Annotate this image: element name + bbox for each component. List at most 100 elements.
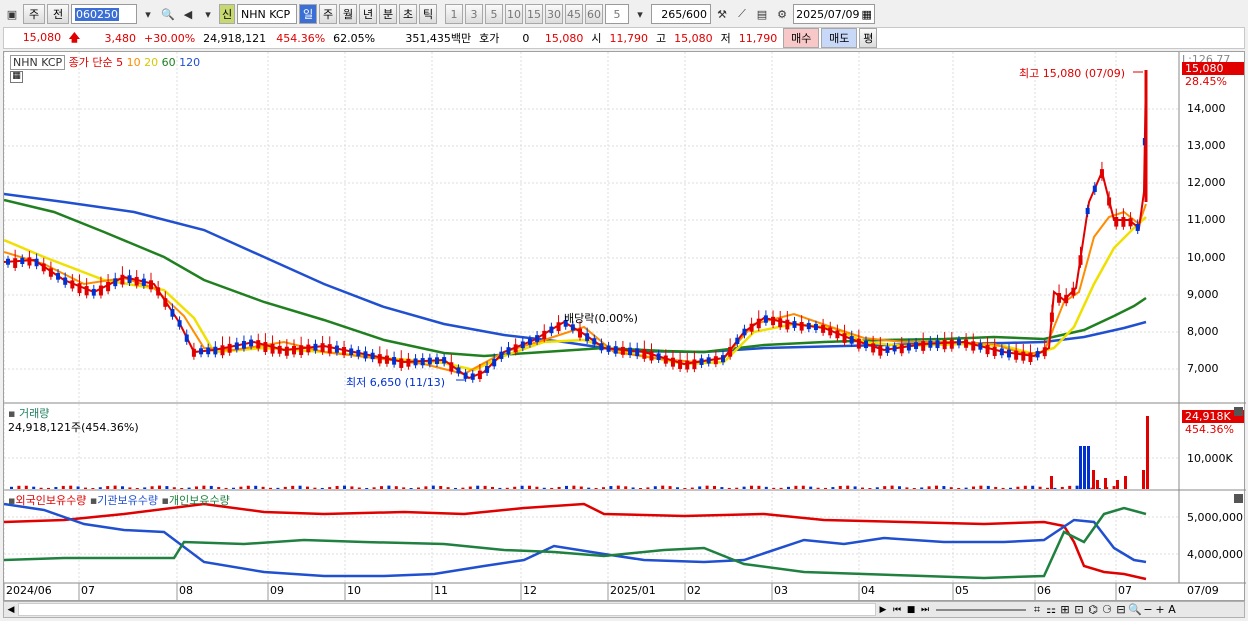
new-badge[interactable]: 신 <box>219 4 235 24</box>
sell-button[interactable]: 매도 <box>821 28 858 48</box>
candle-body <box>113 278 118 287</box>
volume-bar <box>476 485 480 489</box>
zoom-slider[interactable] <box>936 608 1026 611</box>
calendar-icon[interactable]: ▦ <box>862 8 872 21</box>
candle-body <box>656 353 661 360</box>
period-tick-button[interactable]: 틱 <box>419 4 437 24</box>
candle-body <box>149 280 153 290</box>
zoom-in-icon[interactable]: + <box>1154 603 1166 616</box>
tool-c-icon[interactable]: ⊞ <box>1058 603 1072 616</box>
x-axis-label: 12 <box>523 584 537 597</box>
candle-body <box>342 347 347 356</box>
volume-bar <box>409 487 413 489</box>
period-minute-button[interactable]: 분 <box>379 4 397 24</box>
candle-body <box>56 273 61 280</box>
count-field[interactable]: 265/600 <box>651 4 711 24</box>
x-axis-label: 08 <box>179 584 193 597</box>
interval-5-button[interactable]: 5 <box>485 4 503 24</box>
volume-bar <box>350 486 354 489</box>
volume-bar <box>801 485 805 489</box>
forward-icon[interactable]: ⏭ <box>918 605 932 615</box>
buy-button[interactable]: 매수 <box>783 28 820 48</box>
holding-close-icon[interactable] <box>1234 494 1243 503</box>
save-icon[interactable]: ▤ <box>753 4 771 24</box>
interval-3-button[interactable]: 3 <box>465 4 483 24</box>
volume-bar <box>1116 480 1119 489</box>
eval-button[interactable]: 평 <box>859 28 878 48</box>
table-icon[interactable]: ▦ <box>10 71 23 83</box>
gear-icon[interactable]: ⚙ <box>773 4 791 24</box>
candle-body <box>199 348 204 355</box>
volume-bar <box>372 487 376 489</box>
speaker-dropdown-icon[interactable]: ▾ <box>199 4 217 24</box>
candle-body <box>320 343 325 352</box>
interval-dropdown-icon[interactable]: ▾ <box>631 4 649 24</box>
stock-name-field[interactable]: NHN KCP <box>237 4 297 24</box>
candle-body <box>306 344 311 353</box>
chart-scrollbar[interactable]: ◀ ▶ ⏮ ■ ⏭ ⌗ ⚏ ⊞ ⊡ ⌬ ⚆ ⊟ 🔍 − + A <box>3 601 1245 618</box>
rewind-icon[interactable]: ⏮ <box>890 605 904 615</box>
volume-bar <box>1092 470 1095 489</box>
volume-bar <box>365 487 369 489</box>
scroll-right-icon[interactable]: ▶ <box>876 605 890 615</box>
period-month-button[interactable]: 월 <box>339 4 357 24</box>
volume-bar <box>824 487 827 489</box>
interval-label: 60 <box>587 7 601 21</box>
code-input[interactable]: 060250 <box>71 4 137 24</box>
interval-45-button[interactable]: 45 <box>565 4 583 24</box>
interval-10-button[interactable]: 10 <box>505 4 523 24</box>
candle-body <box>806 322 811 330</box>
candle-body <box>77 283 82 294</box>
window-icon[interactable]: ▣ <box>3 4 21 24</box>
interval-30-button[interactable]: 30 <box>545 4 563 24</box>
volume-close-icon[interactable] <box>1234 407 1243 416</box>
tool-a-icon[interactable]: ⌗ <box>1030 603 1044 617</box>
candle-body <box>1035 351 1040 358</box>
draw-tool-icon[interactable]: ⟋ <box>733 4 751 24</box>
period-day-button[interactable]: 일 <box>299 4 317 24</box>
period-week-button[interactable]: 주 <box>319 4 337 24</box>
current-price: 15,080 🡅 <box>4 29 84 48</box>
candle-tool-icon[interactable]: ⚒ <box>713 4 731 24</box>
chart-svg[interactable] <box>4 52 1246 602</box>
volume-bar <box>158 485 161 489</box>
volume-bar <box>1009 487 1012 489</box>
dividend-note: 배당락(0.00%) <box>564 312 638 325</box>
zoom-search-icon[interactable]: 🔍 <box>1128 603 1142 616</box>
speaker-icon[interactable]: ◀ <box>179 4 197 24</box>
candle-body <box>84 286 89 296</box>
prev-button[interactable]: 전 <box>47 4 69 24</box>
date-field[interactable]: 2025/07/09 ▦ <box>793 4 875 24</box>
volume-bar <box>1087 446 1090 489</box>
period-left-label: 주 <box>28 8 40 21</box>
interval-60-button[interactable]: 60 <box>585 4 603 24</box>
zoom-out-icon[interactable]: − <box>1142 603 1154 616</box>
period-left-button[interactable]: 주 <box>23 4 45 24</box>
volume-bar <box>868 487 872 489</box>
chart-area[interactable]: NHN KCP 종가 단순 5 10 20 60 120 ▦ L:126.77 … <box>3 51 1246 602</box>
interval-15-button[interactable]: 15 <box>525 4 543 24</box>
tool-e-icon[interactable]: ⌬ <box>1086 603 1100 616</box>
stop-icon[interactable]: ■ <box>904 605 918 615</box>
tool-f-icon[interactable]: ⚆ <box>1100 603 1114 616</box>
volume-bar <box>853 486 857 489</box>
candle-body <box>191 348 196 357</box>
tool-b-icon[interactable]: ⚏ <box>1044 603 1058 616</box>
tool-d-icon[interactable]: ⊡ <box>1072 603 1086 616</box>
candle-body <box>292 346 296 355</box>
font-size-icon[interactable]: A <box>1166 603 1178 616</box>
period-second-button[interactable]: 초 <box>399 4 417 24</box>
scroll-left-icon[interactable]: ◀ <box>4 605 18 615</box>
volume-bar <box>402 487 406 489</box>
interval-1-button[interactable]: 1 <box>445 4 463 24</box>
interval-custom-input[interactable]: 5 <box>605 4 629 24</box>
candle-body <box>892 345 897 352</box>
candle-body <box>370 352 375 360</box>
dropdown-icon[interactable]: ▾ <box>139 4 157 24</box>
search-icon[interactable]: 🔍 <box>159 4 177 24</box>
candle-body <box>127 275 132 284</box>
period-year-button[interactable]: 년 <box>359 4 377 24</box>
candle-body <box>184 334 189 342</box>
tool-g-icon[interactable]: ⊟ <box>1114 603 1128 616</box>
scroll-track[interactable] <box>18 603 876 616</box>
